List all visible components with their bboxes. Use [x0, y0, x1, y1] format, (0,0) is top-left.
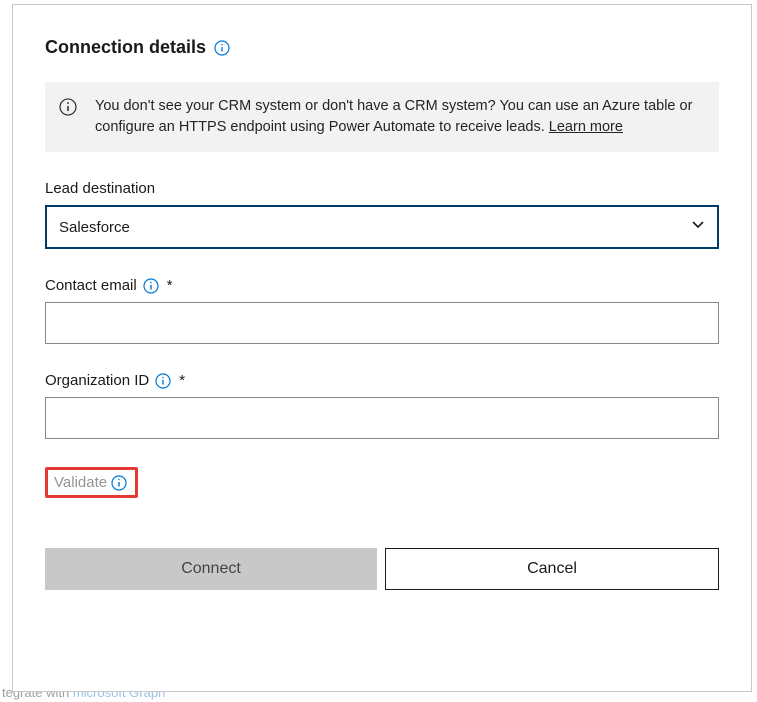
lead-destination-field: Lead destination Salesforce — [45, 180, 719, 249]
lead-destination-select[interactable]: Salesforce — [45, 205, 719, 249]
cancel-button[interactable]: Cancel — [385, 548, 719, 590]
info-icon[interactable] — [143, 278, 159, 294]
info-box: You don't see your CRM system or don't h… — [45, 82, 719, 152]
contact-email-label: Contact email * — [45, 277, 719, 294]
organization-id-input[interactable] — [45, 397, 719, 439]
page-title: Connection details — [45, 37, 206, 58]
contact-email-input[interactable] — [45, 302, 719, 344]
required-marker: * — [179, 372, 185, 389]
organization-id-label: Organization ID * — [45, 372, 719, 389]
info-icon — [59, 98, 77, 138]
contact-email-field: Contact email * — [45, 277, 719, 344]
lead-destination-label: Lead destination — [45, 180, 719, 197]
heading-row: Connection details — [45, 37, 719, 58]
learn-more-link[interactable]: Learn more — [549, 119, 623, 135]
info-box-text: You don't see your CRM system or don't h… — [95, 96, 703, 138]
info-icon[interactable] — [155, 373, 171, 389]
connection-details-panel: Connection details You don't see your CR… — [12, 4, 752, 692]
validate-link[interactable]: Validate — [54, 474, 107, 491]
info-icon[interactable] — [111, 475, 127, 491]
required-marker: * — [167, 277, 173, 294]
validate-highlight: Validate — [45, 467, 138, 498]
info-icon[interactable] — [214, 40, 230, 56]
connect-button[interactable]: Connect — [45, 548, 377, 590]
button-row: Connect Cancel — [45, 548, 719, 590]
organization-id-field: Organization ID * — [45, 372, 719, 439]
